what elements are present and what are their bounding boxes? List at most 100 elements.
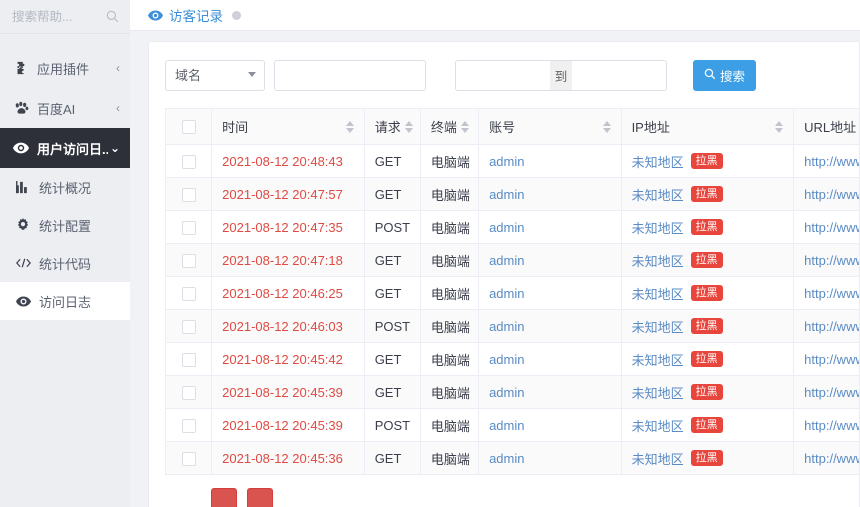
blacklist-button[interactable]: 拉黑 bbox=[690, 251, 723, 269]
table-scroll-container[interactable]: 时间 请求 终端 账号 IP地址 URL地址 2021-08-12 20:48:… bbox=[149, 108, 859, 475]
header-ip[interactable]: IP地址 bbox=[620, 108, 795, 145]
sort-icon[interactable] bbox=[404, 120, 413, 133]
date-start-input[interactable] bbox=[456, 60, 550, 90]
table-row[interactable]: 2021-08-12 20:45:39 POST 电脑端 admin 未知地区 拉黑 htt… bbox=[164, 408, 859, 442]
sidebar-item-baidu-ai[interactable]: 百度AI ‹ bbox=[0, 88, 130, 128]
cell-time: 2021-08-12 20:47:18 bbox=[211, 243, 365, 277]
row-select-cell[interactable] bbox=[164, 408, 213, 442]
sort-icon[interactable] bbox=[775, 120, 784, 133]
cell-time: 2021-08-12 20:47:35 bbox=[211, 210, 365, 244]
row-select-cell[interactable] bbox=[164, 375, 213, 409]
row-checkbox[interactable] bbox=[181, 451, 196, 466]
sidebar-item-visit-log[interactable]: 访问日志 bbox=[0, 282, 130, 320]
blacklist-button[interactable]: 拉黑 bbox=[690, 449, 723, 467]
sort-icon[interactable] bbox=[460, 120, 469, 133]
row-select-cell[interactable] bbox=[164, 144, 213, 178]
table-row[interactable]: 2021-08-12 20:46:25 GET 电脑端 admin 未知地区 拉黑 http… bbox=[164, 276, 859, 310]
cell-time: 2021-08-12 20:46:25 bbox=[211, 276, 365, 310]
table-row[interactable]: 2021-08-12 20:45:36 GET 电脑端 admin 未知地区 拉黑 http… bbox=[164, 441, 859, 475]
table-row[interactable]: 2021-08-12 20:45:39 GET 电脑端 admin 未知地区 拉黑 http… bbox=[164, 375, 859, 409]
date-end-input[interactable] bbox=[572, 60, 666, 90]
header-url: URL地址 bbox=[793, 108, 859, 145]
table-row[interactable]: 2021-08-12 20:45:42 GET 电脑端 admin 未知地区 拉黑 http… bbox=[164, 342, 859, 376]
row-select-cell[interactable] bbox=[164, 309, 213, 343]
sidebar-item-stats-overview[interactable]: 统计概况 bbox=[0, 168, 130, 206]
table-row[interactable]: 2021-08-12 20:47:35 POST 电脑端 admin 未知地区 拉黑 htt… bbox=[164, 210, 859, 244]
row-checkbox[interactable] bbox=[181, 253, 196, 268]
header-request[interactable]: 请求 bbox=[363, 108, 421, 145]
row-select-cell[interactable] bbox=[164, 276, 213, 310]
sidebar-item-stats-config[interactable]: 统计配置 bbox=[0, 206, 130, 244]
row-select-cell[interactable] bbox=[164, 342, 213, 376]
cell-url[interactable]: http://www.x bbox=[793, 243, 859, 277]
cell-url[interactable]: http://www.x bbox=[793, 210, 859, 244]
header-time[interactable]: 时间 bbox=[211, 108, 365, 145]
row-checkbox[interactable] bbox=[181, 319, 196, 334]
cell-url[interactable]: http://www.x bbox=[793, 342, 859, 376]
table-row[interactable]: 2021-08-12 20:47:57 GET 电脑端 admin 未知地区 拉黑 http… bbox=[164, 177, 859, 211]
cell-time: 2021-08-12 20:45:39 bbox=[211, 375, 365, 409]
cell-ip: 未知地区 拉黑 bbox=[620, 210, 795, 244]
row-select-cell[interactable] bbox=[164, 243, 213, 277]
row-checkbox[interactable] bbox=[181, 220, 196, 235]
blacklist-button[interactable]: 拉黑 bbox=[690, 185, 723, 203]
row-checkbox[interactable] bbox=[181, 385, 196, 400]
eye-icon bbox=[148, 10, 163, 21]
header-terminal[interactable]: 终端 bbox=[419, 108, 480, 145]
sidebar-search[interactable] bbox=[0, 0, 130, 34]
row-checkbox[interactable] bbox=[181, 418, 196, 433]
row-checkbox[interactable] bbox=[181, 286, 196, 301]
tab-visitor-records[interactable]: 访客记录 bbox=[148, 5, 241, 25]
table-row[interactable]: 2021-08-12 20:48:43 GET 电脑端 admin 未知地区 拉黑 http… bbox=[164, 144, 859, 178]
row-checkbox[interactable] bbox=[181, 352, 196, 367]
sidebar-search-input[interactable] bbox=[12, 9, 106, 24]
sidebar-item-stats-code[interactable]: 统计代码 bbox=[0, 244, 130, 282]
table-row[interactable]: 2021-08-12 20:47:18 GET 电脑端 admin 未知地区 拉黑 http… bbox=[164, 243, 859, 277]
row-checkbox[interactable] bbox=[181, 154, 196, 169]
sidebar-subitem-label: 统计概况 bbox=[39, 180, 92, 196]
select-all-checkbox[interactable] bbox=[181, 120, 196, 135]
row-select-cell[interactable] bbox=[164, 210, 213, 244]
cell-url[interactable]: http://www.x bbox=[793, 144, 859, 178]
date-range-separator: 到 bbox=[550, 60, 572, 90]
blacklist-button[interactable]: 拉黑 bbox=[690, 383, 723, 401]
keyword-input[interactable] bbox=[274, 59, 426, 91]
sidebar-item-app-plugins[interactable]: 应用插件 ‹ bbox=[0, 48, 130, 88]
filter-bar: 域名 到 搜索 bbox=[149, 58, 859, 92]
sort-icon[interactable] bbox=[602, 120, 611, 133]
blacklist-button[interactable]: 拉黑 bbox=[690, 317, 723, 335]
header-select-all[interactable] bbox=[164, 108, 213, 145]
batch-action-button-2[interactable] bbox=[247, 488, 273, 507]
date-range-picker[interactable]: 到 bbox=[455, 59, 667, 91]
cell-url[interactable]: http://www.x bbox=[793, 375, 859, 409]
sort-icon[interactable] bbox=[345, 120, 354, 133]
cell-request: GET bbox=[363, 342, 421, 376]
blacklist-button[interactable]: 拉黑 bbox=[690, 218, 723, 236]
field-select[interactable]: 域名 bbox=[165, 59, 265, 91]
cell-url[interactable]: http://www.x bbox=[793, 276, 859, 310]
cell-url[interactable]: http://www.x bbox=[793, 441, 859, 475]
cell-time: 2021-08-12 20:47:57 bbox=[211, 177, 365, 211]
cell-url[interactable]: http://www.x bbox=[793, 408, 859, 442]
blacklist-button[interactable]: 拉黑 bbox=[690, 284, 723, 302]
header-account[interactable]: 账号 bbox=[478, 108, 622, 145]
search-button[interactable]: 搜索 bbox=[693, 59, 757, 91]
batch-action-button-1[interactable] bbox=[211, 488, 237, 507]
app-root: 应用插件 ‹ 百度AI ‹ bbox=[0, 0, 860, 507]
cell-ip: 未知地区 拉黑 bbox=[620, 342, 795, 376]
cell-url[interactable]: http://www.x bbox=[793, 309, 859, 343]
blacklist-button[interactable]: 拉黑 bbox=[690, 350, 723, 368]
cell-url[interactable]: http://www.x bbox=[793, 177, 859, 211]
row-checkbox[interactable] bbox=[181, 187, 196, 202]
cell-request: GET bbox=[363, 243, 421, 277]
sidebar-item-label: 应用插件 bbox=[37, 61, 90, 77]
sidebar-item-user-visit-log[interactable]: 用户访问日... ⌄ bbox=[0, 128, 130, 168]
blacklist-button[interactable]: 拉黑 bbox=[690, 152, 723, 170]
cell-time: 2021-08-12 20:46:03 bbox=[211, 309, 365, 343]
row-select-cell[interactable] bbox=[164, 441, 213, 475]
cell-time: 2021-08-12 20:45:36 bbox=[211, 441, 365, 475]
table-row[interactable]: 2021-08-12 20:46:03 POST 电脑端 admin 未知地区 拉黑 htt… bbox=[164, 309, 859, 343]
blacklist-button[interactable]: 拉黑 bbox=[690, 416, 723, 434]
cell-time: 2021-08-12 20:45:42 bbox=[211, 342, 365, 376]
row-select-cell[interactable] bbox=[164, 177, 213, 211]
